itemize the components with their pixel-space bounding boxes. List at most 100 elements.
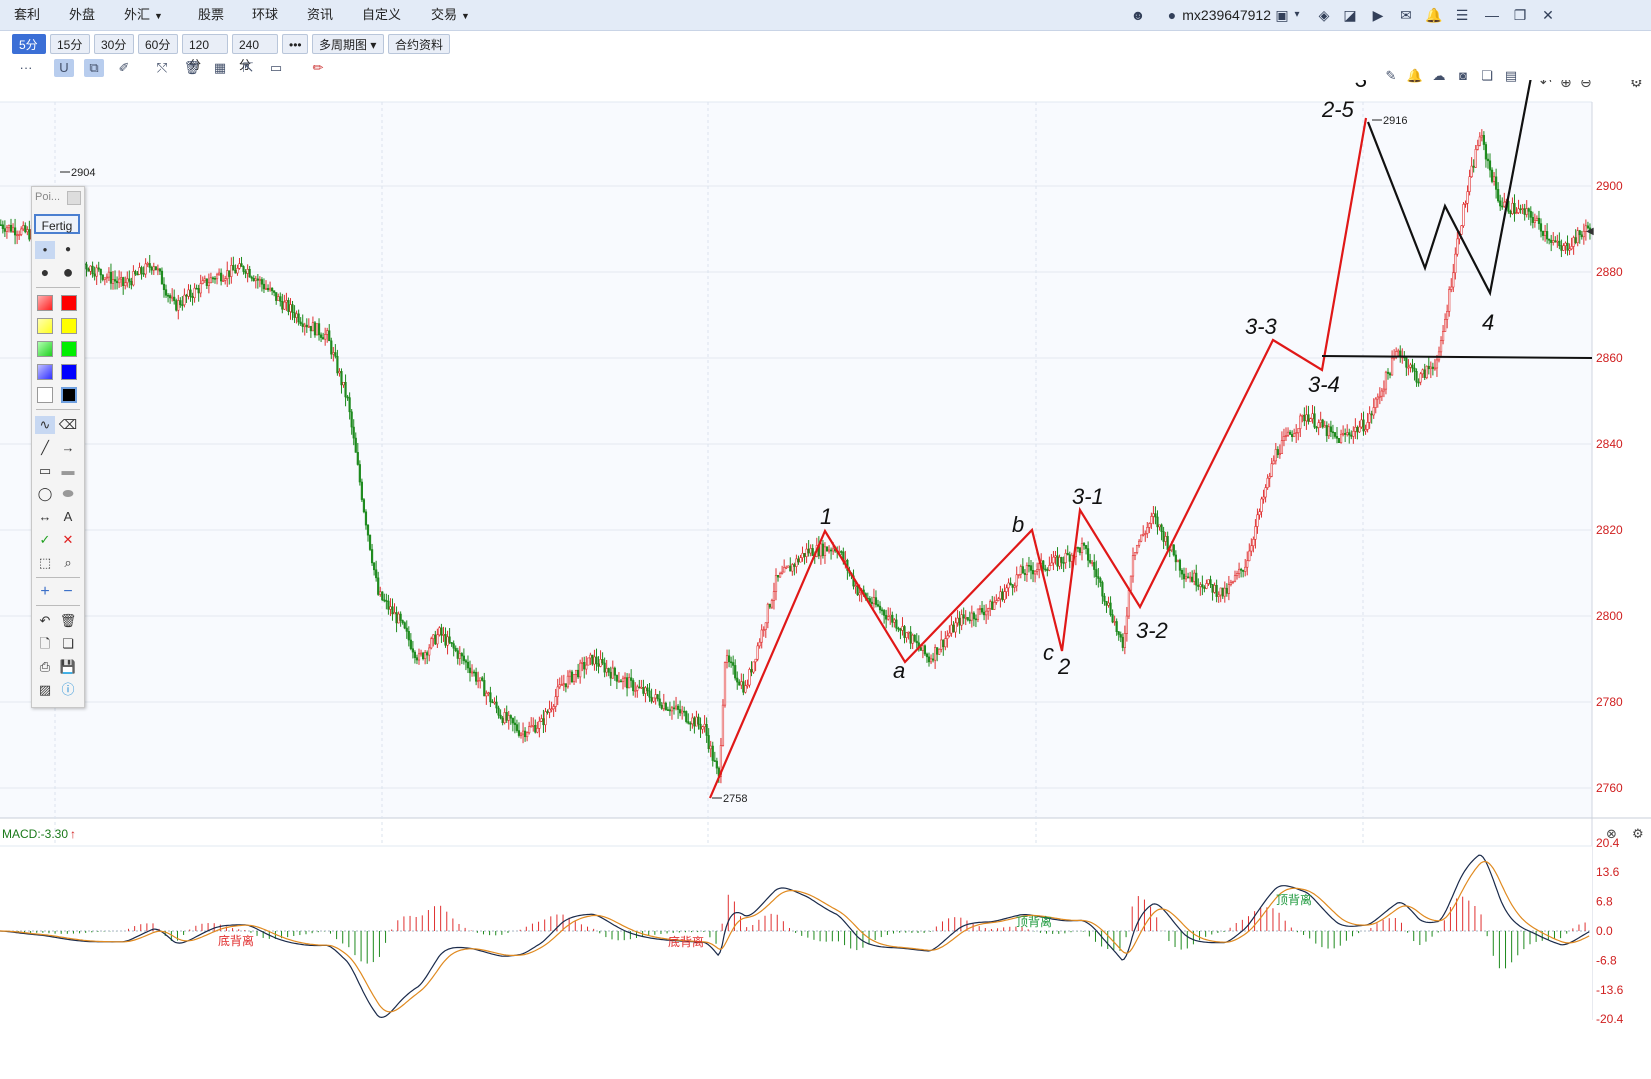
timeframe-button[interactable]: 60分	[138, 34, 178, 54]
undo-tool-icon[interactable]: ↶	[35, 612, 55, 630]
timeframe-button[interactable]: 5分	[12, 34, 46, 54]
delete-icon[interactable]: 🗑	[58, 612, 78, 630]
grid-icon[interactable]: ▦	[210, 59, 230, 77]
plus-icon[interactable]: +	[35, 583, 55, 601]
timeframe-button[interactable]: 15分	[50, 34, 90, 54]
eraser-icon[interactable]: ✐	[114, 59, 134, 77]
chart-window-icon[interactable]: ◪	[1341, 6, 1359, 24]
zoom-tool-icon[interactable]: ⌕	[58, 554, 78, 572]
video-icon[interactable]: ▶	[1369, 6, 1387, 24]
close-icon[interactable]: ✕	[1539, 6, 1557, 24]
palette-done-button[interactable]: Fertig	[34, 214, 80, 234]
eraser-tool-icon[interactable]: ⌫	[58, 416, 78, 434]
palette-close-button[interactable]	[67, 191, 81, 205]
kline-chart[interactable]: 2904 2916 2758 2900 2880 2860 2840 2820 2800 278…	[0, 29, 1651, 1076]
candle-body	[1109, 602, 1112, 615]
layers-icon[interactable]: ◈	[1315, 6, 1333, 24]
candle-body	[872, 597, 876, 604]
macd-close-icon[interactable]: ⊗	[1606, 826, 1617, 841]
dot-large-icon[interactable]: ●	[35, 263, 55, 281]
menu-item[interactable]: 股票	[198, 0, 224, 30]
minus-icon[interactable]: −	[58, 583, 78, 601]
color-white[interactable]	[37, 387, 53, 403]
candle-body	[572, 674, 576, 683]
ellipse-icon[interactable]: ◯	[35, 485, 55, 503]
menu-item[interactable]: 外盘	[69, 0, 95, 30]
menu-item[interactable]: 环球	[252, 0, 278, 30]
color-green[interactable]	[61, 341, 77, 357]
color-light-yellow[interactable]	[37, 318, 53, 334]
candle-body	[1444, 319, 1447, 332]
copy-tool-icon[interactable]: ❏	[58, 635, 78, 653]
candle-body	[1368, 413, 1371, 423]
trash-icon[interactable]: 🗑	[182, 59, 202, 77]
menu-item[interactable]: 资讯	[307, 0, 333, 30]
menu-item[interactable]: 自定义	[362, 0, 401, 30]
info-icon[interactable]: ⓘ	[58, 681, 78, 699]
export-icon[interactable]: ⇱	[238, 59, 258, 77]
restore-icon[interactable]: ❐	[1511, 6, 1529, 24]
check-icon[interactable]: ✓	[35, 531, 55, 549]
timeframe-button[interactable]: 合约资料	[388, 34, 450, 54]
username[interactable]: mx239647912	[1182, 0, 1271, 30]
color-light-blue[interactable]	[37, 364, 53, 380]
print-icon[interactable]: ⎙	[35, 658, 55, 676]
minimize-icon[interactable]: —	[1483, 6, 1501, 24]
menu-item[interactable]: 外汇 ▼	[124, 0, 163, 30]
mail-icon[interactable]: ✉	[1397, 6, 1415, 24]
measure-icon[interactable]: ↔	[35, 508, 55, 526]
zoom-out-icon[interactable]: ⊖	[1580, 74, 1592, 90]
magnet-icon[interactable]: U	[54, 59, 74, 77]
timeframe-button[interactable]: 30分	[94, 34, 134, 54]
arrow-icon[interactable]: →	[58, 439, 78, 457]
candle-body	[1123, 633, 1126, 648]
chevron-down-icon[interactable]: ▾	[1288, 6, 1306, 24]
bell-icon[interactable]: 🔔	[1425, 6, 1443, 24]
candle-body	[980, 608, 984, 613]
timeframe-button[interactable]: 120分	[182, 34, 228, 72]
list-menu-icon[interactable]: ☰	[1453, 6, 1471, 24]
timeframe-button[interactable]: 240分	[232, 34, 278, 72]
menu-item[interactable]: 交易 ▼	[431, 0, 470, 30]
robot-icon[interactable]: ☻	[1129, 6, 1147, 24]
rectangle-icon[interactable]: ▭	[35, 462, 55, 480]
select-area-icon[interactable]: ⬚	[35, 554, 55, 572]
avatar[interactable]: ●	[1163, 6, 1181, 24]
more-icon[interactable]: ···	[16, 59, 36, 77]
cross-icon[interactable]: ✕	[58, 531, 78, 549]
dot-medium-icon[interactable]: ●	[58, 241, 78, 259]
zoom-in-icon[interactable]: ⊕	[1560, 74, 1572, 90]
undo-icon[interactable]: ↶	[1540, 74, 1552, 90]
color-black[interactable]	[61, 387, 77, 403]
new-page-icon[interactable]: 🗋	[35, 635, 55, 653]
filled-ellipse-icon[interactable]: ⬬	[58, 485, 78, 503]
chart-area[interactable]: 2904 2916 2758 2900 2880 2860 2840 2820 2800 278…	[0, 29, 1651, 1076]
candle-body	[936, 647, 939, 655]
image-icon[interactable]: ▨	[35, 681, 55, 699]
freehand-icon[interactable]: ∿	[35, 416, 55, 434]
comment-icon[interactable]: ▭	[266, 59, 286, 77]
menu-item[interactable]: 套利	[14, 0, 40, 30]
filled-rectangle-icon[interactable]: ▬	[58, 462, 78, 480]
marker-icon[interactable]: ✏	[308, 59, 328, 77]
macd-settings-icon[interactable]: ⚙	[1632, 826, 1644, 841]
color-red[interactable]	[61, 295, 77, 311]
candle-body	[1066, 552, 1069, 555]
color-yellow[interactable]	[61, 318, 77, 334]
text-icon[interactable]: A	[58, 508, 78, 526]
candle-body	[899, 628, 902, 631]
color-light-red[interactable]	[37, 295, 53, 311]
save-icon[interactable]: 💾	[58, 658, 78, 676]
dot-xlarge-icon[interactable]: ●	[58, 263, 78, 281]
color-light-green[interactable]	[37, 341, 53, 357]
color-blue[interactable]	[61, 364, 77, 380]
overlay-icon[interactable]: ⧉	[84, 59, 104, 77]
macd-axis-label: 0.0	[1596, 924, 1613, 938]
crosshair-icon[interactable]: ⤲	[152, 59, 172, 77]
timeframe-button[interactable]: •••	[282, 34, 308, 54]
settings-icon[interactable]: ⚙	[1630, 74, 1643, 90]
dot-small-icon[interactable]: ●	[35, 241, 55, 259]
timeframe-button[interactable]: 多周期图 ▾	[312, 34, 384, 54]
line-icon[interactable]: ╱	[35, 439, 55, 457]
candle-body	[448, 636, 451, 643]
